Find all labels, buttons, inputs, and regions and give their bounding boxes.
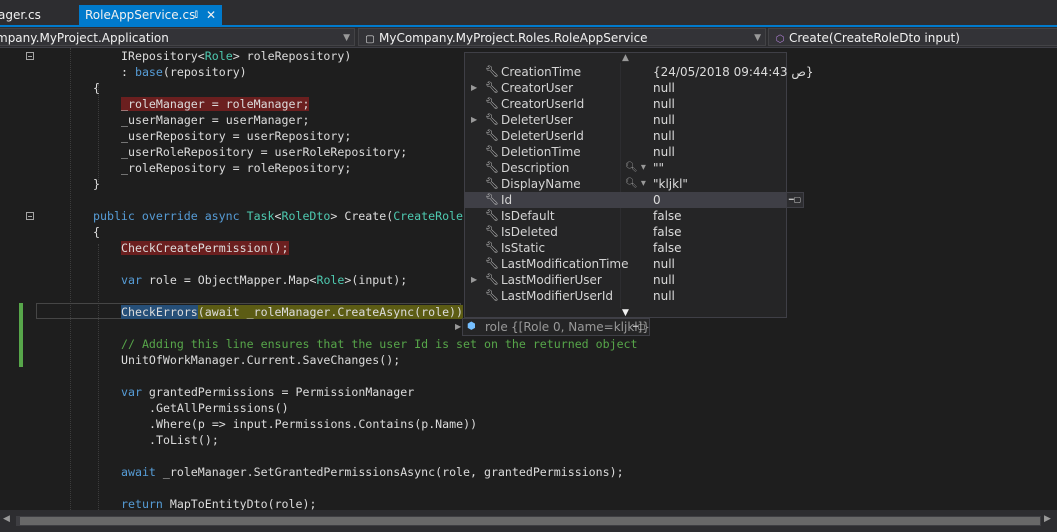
wrench-icon: 🔧︎ [485, 225, 499, 238]
datatip-row-lastmodifieruserid[interactable]: 🔧︎ LastModifierUserId null [465, 288, 786, 304]
datatip-row-description[interactable]: 🔧︎ Description 🔍︎ ▾ "" [465, 160, 786, 176]
tab-label: RoleAppService.cs [85, 8, 196, 22]
wrench-icon: 🔧︎ [485, 65, 499, 78]
code-line-breakpoint: _roleManager = roleManager; [121, 97, 310, 111]
wrench-icon: 🔧︎ [485, 273, 499, 286]
code-line-breakpoint: CheckCreatePermission(); [121, 241, 289, 255]
datatip-row-lastmodifieruser[interactable]: ▶ 🔧︎ LastModifierUser null [465, 272, 786, 288]
wrench-icon: 🔧︎ [485, 177, 499, 190]
code-comment: // Adding this line ensures that the use… [121, 337, 638, 351]
code-line-current-statement: CheckErrors(await _roleManager.CreateAsy… [121, 305, 464, 319]
datatip-row-displayname[interactable]: 🔧︎ DisplayName 🔍︎ ▾ "kljkl" [465, 176, 786, 192]
member-dropdown-label: Create(CreateRoleDto input) [789, 31, 960, 45]
code-line: public override async Task<RoleDto> Crea… [93, 209, 464, 223]
datatip-row-creatoruser[interactable]: ▶ 🔧︎ CreatorUser null [465, 80, 786, 96]
pin-tab-icon[interactable]: ⫾ [195, 5, 198, 25]
project-dropdown[interactable]: mpany.MyProject.Application ▼ [0, 28, 355, 46]
code-line: IRepository<Role> roleRepository) [121, 49, 352, 63]
wrench-icon: 🔧︎ [485, 145, 499, 158]
indent-guide [98, 84, 99, 184]
class-icon: ▢ [365, 34, 375, 45]
scroll-down-icon[interactable]: ▼ [465, 308, 786, 318]
expand-icon[interactable]: ▶ [471, 112, 479, 128]
code-line: } [93, 177, 100, 191]
datatip-row-isdeleted[interactable]: 🔧︎ IsDeleted false [465, 224, 786, 240]
tab-label: ager.cs [0, 8, 41, 22]
type-dropdown[interactable]: ▢ MyCompany.MyProject.Roles.RoleAppServic… [358, 28, 766, 46]
wrench-icon: 🔧︎ [485, 257, 499, 270]
pin-icon[interactable]: ━▢ [786, 192, 804, 208]
chevron-down-icon: ▼ [754, 33, 761, 43]
wrench-icon: 🔧︎ [485, 209, 499, 222]
scrollbar-thumb[interactable] [20, 517, 1040, 525]
code-line: UnitOfWorkManager.Current.SaveChanges(); [121, 353, 401, 367]
variable-name: role [485, 320, 508, 334]
changed-lines-marker [19, 303, 23, 335]
datatip-row-deletiontime[interactable]: 🔧︎ DeletionTime null [465, 144, 786, 160]
code-line: _userRoleRepository = userRoleRepository… [121, 145, 408, 159]
chevron-down-icon: ▼ [343, 33, 350, 43]
code-line: await _roleManager.SetGrantedPermissions… [121, 465, 624, 479]
scroll-up-icon[interactable]: ▲ [465, 53, 786, 63]
tab-role-manager[interactable]: ager.cs [0, 5, 82, 25]
member-dropdown[interactable]: ⬡ Create(CreateRoleDto input) [768, 28, 1057, 46]
debugger-datatip[interactable]: ▲ 🔧︎ CreationTime {24/05/2018 09:44:43 ص… [464, 52, 813, 318]
code-line: _userRepository = userRepository; [121, 129, 352, 143]
datatip-row-deleteruser[interactable]: ▶ 🔧︎ DeleterUser null [465, 112, 786, 128]
magnifier-icon[interactable]: 🔍︎ ▾ [625, 160, 646, 176]
tab-role-app-service[interactable]: RoleAppService.cs ⫾ ✕ [79, 5, 222, 25]
horizontal-scrollbar[interactable]: ◀ ▶ [0, 510, 1057, 532]
collapse-icon[interactable] [26, 212, 34, 220]
navigation-bar: mpany.MyProject.Application ▼ ▢ MyCompany… [0, 27, 1057, 48]
wrench-icon: 🔧︎ [485, 193, 499, 206]
indent-guide [70, 48, 71, 510]
wrench-icon: 🔧︎ [485, 81, 499, 94]
document-tab-strip: ager.cs RoleAppService.cs ⫾ ✕ [0, 0, 1057, 27]
code-line: .ToList(); [149, 433, 219, 447]
code-line: .GetAllPermissions() [149, 401, 289, 415]
variable-datatip-role[interactable]: ▶ ⬢ role {[Role 0, Name=kljkl]} ━▢ [455, 318, 650, 336]
datatip-row-isdefault[interactable]: 🔧︎ IsDefault false [465, 208, 786, 224]
project-dropdown-label: mpany.MyProject.Application [0, 31, 169, 45]
datatip-row-isstatic[interactable]: 🔧︎ IsStatic false [465, 240, 786, 256]
collapse-icon[interactable] [26, 52, 34, 60]
method-icon: ⬡ [775, 34, 785, 45]
variable-value[interactable]: {[Role 0, Name=kljkl]} [511, 319, 650, 335]
datatip-row-deleteruserid[interactable]: 🔧︎ DeleterUserId null [465, 128, 786, 144]
scroll-left-icon[interactable]: ◀ [3, 514, 10, 524]
magnifier-icon[interactable]: 🔍︎ ▾ [625, 176, 646, 192]
code-line: { [93, 81, 100, 95]
wrench-icon: 🔧︎ [485, 97, 499, 110]
expand-icon[interactable]: ▶ [471, 272, 479, 288]
indent-guide [98, 244, 99, 510]
code-line: _roleRepository = roleRepository; [121, 161, 352, 175]
close-tab-icon[interactable]: ✕ [206, 5, 216, 25]
type-dropdown-label: MyCompany.MyProject.Roles.RoleAppService [379, 31, 648, 45]
expand-icon[interactable]: ▶ [471, 80, 479, 96]
expand-icon[interactable]: ▶ [455, 319, 461, 335]
scroll-right-icon[interactable]: ▶ [1044, 514, 1051, 524]
pin-icon[interactable]: ━▢ [633, 319, 645, 335]
code-line: var grantedPermissions = PermissionManag… [121, 385, 415, 399]
datatip-row-creationtime[interactable]: 🔧︎ CreationTime {24/05/2018 09:44:43 ص} [465, 64, 813, 80]
code-line: var role = ObjectMapper.Map<Role>(input)… [121, 273, 408, 287]
code-line: _userManager = userManager; [121, 113, 310, 127]
wrench-icon: 🔧︎ [485, 289, 499, 302]
code-line: : base(repository) [121, 65, 247, 79]
code-line: .Where(p => input.Permissions.Contains(p… [149, 417, 478, 431]
datatip-row-lastmodificationtime[interactable]: 🔧︎ LastModificationTime null [465, 256, 786, 272]
wrench-icon: 🔧︎ [485, 129, 499, 142]
object-icon: ⬢ [467, 321, 476, 332]
wrench-icon: 🔧︎ [485, 241, 499, 254]
datatip-row-id[interactable]: 🔧︎ Id 0 ━▢ [465, 192, 804, 208]
code-line: { [93, 225, 100, 239]
datatip-row-creatoruserid[interactable]: 🔧︎ CreatorUserId null [465, 96, 786, 112]
wrench-icon: 🔧︎ [485, 113, 499, 126]
wrench-icon: 🔧︎ [485, 161, 499, 174]
changed-lines-marker [19, 335, 23, 367]
